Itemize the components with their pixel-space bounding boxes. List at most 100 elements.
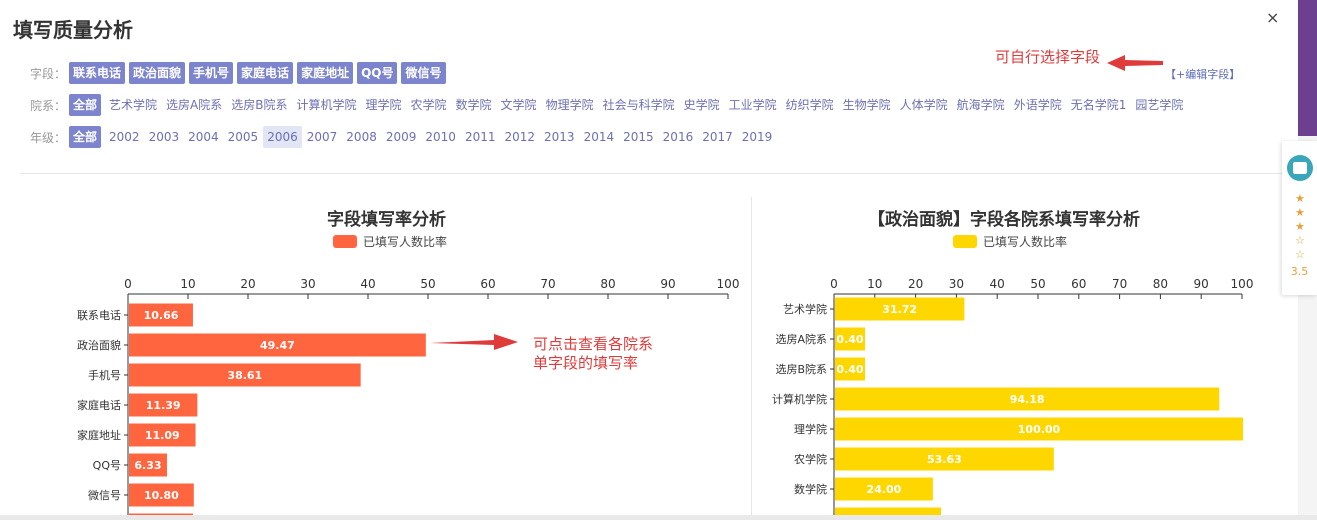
college-option[interactable]: 理学院	[362, 94, 406, 116]
section-divider	[20, 173, 1282, 174]
x-tick-label: 80	[1153, 277, 1168, 291]
year-option[interactable]: 2008	[342, 126, 381, 148]
bar-value-label: 100.00	[1018, 423, 1061, 436]
y-category-label: 理学院	[794, 422, 827, 436]
college-all-option[interactable]: 全部	[69, 94, 102, 116]
year-option[interactable]: 2017	[698, 126, 737, 148]
x-tick-label: 50	[420, 277, 435, 291]
feedback-icon[interactable]	[1287, 155, 1313, 181]
field-filter-row: 字段： 联系电话 政治面貌 手机号 家庭电话 家庭地址 QQ号 微信号	[30, 62, 450, 84]
college-option[interactable]: 计算机学院	[292, 94, 360, 116]
close-icon[interactable]: ×	[1266, 8, 1279, 27]
year-option[interactable]: 2012	[500, 126, 539, 148]
x-tick-label: 70	[540, 277, 555, 291]
field-tag[interactable]: 联系电话	[69, 62, 126, 84]
bar-value-label: 11.39	[146, 399, 181, 412]
college-option[interactable]: 数学院	[452, 94, 496, 116]
college-filter-label: 院系：	[30, 98, 67, 113]
background-sidebar	[1298, 0, 1317, 136]
horizontal-scrollbar[interactable]	[0, 515, 1317, 520]
y-category-label: 家庭电话	[77, 398, 121, 412]
year-all-option[interactable]: 全部	[69, 126, 102, 148]
star-outline-icon: ☆	[1295, 234, 1305, 247]
college-option[interactable]: 纺织学院	[782, 94, 838, 116]
year-option[interactable]: 2005	[224, 126, 263, 148]
year-option[interactable]: 2013	[540, 126, 579, 148]
college-option[interactable]: 物理学院	[542, 94, 598, 116]
x-tick-label: 10	[867, 277, 882, 291]
bar-value-label: 11.09	[145, 429, 180, 442]
field-tag-list: 联系电话 政治面貌 手机号 家庭电话 家庭地址 QQ号 微信号	[69, 62, 450, 84]
college-option-list: 艺术学院 选房A院系 选房B院系 计算机学院 理学院 农学院 数学院 文学院 物理学院 社会与科学…	[105, 94, 1188, 116]
y-category-label: 数学院	[794, 482, 827, 496]
star-icon: ★	[1295, 206, 1305, 219]
year-option[interactable]: 2002	[105, 126, 144, 148]
y-category-label: 选房A院系	[775, 332, 827, 346]
x-tick-label: 20	[908, 277, 923, 291]
year-option[interactable]: 2014	[580, 126, 619, 148]
college-filter-row: 院系： 全部 艺术学院 选房A院系 选房B院系 计算机学院 理学院 农学院 数学院 文学院 物理…	[30, 94, 1188, 116]
chart2-legend-label: 已填写人数比率	[983, 235, 1068, 249]
college-option[interactable]: 生物学院	[839, 94, 895, 116]
field-tag[interactable]: 政治面貌	[129, 62, 186, 84]
year-option[interactable]: 2010	[421, 126, 460, 148]
field-tag[interactable]: 家庭地址	[297, 62, 354, 84]
chart2-legend-swatch	[953, 235, 977, 248]
college-option[interactable]: 文学院	[497, 94, 541, 116]
x-tick-label: 0	[830, 277, 838, 291]
bar-value-label: 38.61	[227, 369, 262, 382]
edit-fields-link[interactable]: 【+编辑字段】	[1165, 66, 1240, 82]
y-category-label: 艺术学院	[783, 302, 827, 316]
y-category-label: 计算机学院	[772, 392, 827, 406]
bar-value-label: 24.00	[867, 483, 902, 496]
year-option[interactable]: 2011	[461, 126, 500, 148]
year-option[interactable]: 2019	[738, 126, 777, 148]
x-tick-label: 10	[180, 277, 195, 291]
rating-widget[interactable]: ★ ★ ★ ☆ ☆ 3.5	[1282, 141, 1317, 295]
x-tick-label: 100	[717, 277, 740, 291]
chart2-legend[interactable]: 已填写人数比率	[953, 233, 1067, 250]
college-option[interactable]: 史学院	[680, 94, 724, 116]
field-tag[interactable]: 手机号	[189, 62, 234, 84]
y-category-label: 农学院	[794, 452, 827, 466]
college-option[interactable]: 园艺学院	[1131, 94, 1187, 116]
college-option[interactable]: 无名学院1	[1067, 94, 1131, 116]
field-tag[interactable]: QQ号	[357, 62, 398, 84]
year-option[interactable]: 2016	[659, 126, 698, 148]
year-option[interactable]: 2004	[184, 126, 223, 148]
bar-value-label: 94.18	[1010, 393, 1045, 406]
year-option[interactable]: 2007	[303, 126, 342, 148]
college-option[interactable]: 艺术学院	[105, 94, 161, 116]
y-category-label: 选房B院系	[775, 362, 827, 376]
x-tick-label: 40	[360, 277, 375, 291]
y-category-label: 微信号	[88, 488, 121, 502]
y-category-label: QQ号	[93, 459, 121, 472]
field-tag[interactable]: 微信号	[401, 62, 446, 84]
star-icon: ★	[1295, 220, 1305, 233]
college-option[interactable]: 外语学院	[1010, 94, 1066, 116]
chart1-legend[interactable]: 已填写人数比率	[333, 233, 447, 250]
chart2-college-fill-rate: 0 10 20 30 40 50 60 70 80 90 100 艺术学院 31.72 选房A院系 0.40…	[772, 277, 1253, 516]
bar-value-label: 10.80	[144, 489, 179, 502]
field-tag[interactable]: 家庭电话	[237, 62, 294, 84]
college-option[interactable]: 人体学院	[896, 94, 952, 116]
year-option[interactable]: 2009	[382, 126, 421, 148]
x-tick-label: 80	[600, 277, 615, 291]
chart1-title: 字段填写率分析	[327, 210, 446, 230]
college-option[interactable]: 农学院	[407, 94, 451, 116]
college-option[interactable]: 社会与科学院	[599, 94, 679, 116]
college-option[interactable]: 选房B院系	[227, 94, 291, 116]
bar-value-label: 0.40	[836, 333, 863, 346]
bar-partial[interactable]	[835, 507, 941, 516]
star-icon: ★	[1295, 192, 1305, 205]
year-option[interactable]: 2015	[619, 126, 658, 148]
college-option[interactable]: 工业学院	[725, 94, 781, 116]
college-option[interactable]: 航海学院	[953, 94, 1009, 116]
star-outline-icon: ☆	[1295, 248, 1305, 261]
year-filter-label: 年级：	[30, 130, 67, 145]
y-category-label: 家庭地址	[77, 428, 121, 442]
year-option[interactable]: 2003	[145, 126, 184, 148]
college-option[interactable]: 选房A院系	[162, 94, 226, 116]
chart1-field-fill-rate: 0 10 20 30 40 50 60 70 80 90 100 联系电话 10.66 政治面貌 49.47…	[77, 277, 740, 520]
year-option-selected[interactable]: 2006	[263, 126, 302, 148]
